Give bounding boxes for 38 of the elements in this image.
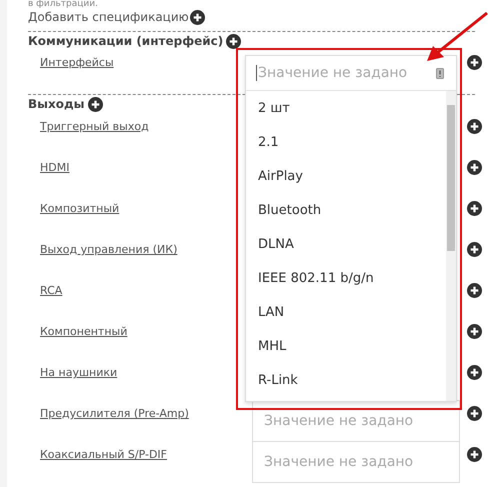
scrollbar[interactable] — [446, 91, 456, 401]
dropdown-option[interactable]: AirPlay — [246, 159, 446, 193]
plus-icon[interactable] — [467, 324, 482, 339]
plus-icon[interactable] — [467, 406, 482, 421]
dropdown-option[interactable]: LAN — [246, 295, 446, 329]
plus-icon[interactable] — [467, 201, 482, 216]
plus-icon[interactable] — [467, 365, 482, 380]
spec-label[interactable]: Коаксиальный S/P-DIF — [40, 448, 245, 462]
spec-label[interactable]: RCA — [40, 284, 245, 298]
plus-icon[interactable] — [467, 160, 482, 175]
plus-icon[interactable] — [88, 96, 103, 112]
spec-label[interactable]: Триггерный выход — [40, 120, 245, 134]
dropdown-option[interactable]: 2 шт — [246, 91, 446, 125]
spec-label[interactable]: Выход управления (ИК) — [40, 243, 245, 257]
plus-icon[interactable] — [467, 119, 482, 134]
spec-label[interactable]: Предусилителя (Pre-Amp) — [40, 407, 245, 421]
dropdown-option[interactable]: IEEE 802.11 b/g/n — [246, 261, 446, 295]
add-spec-link[interactable]: Добавить спецификацию — [28, 10, 189, 24]
dropdown-option[interactable]: Bluetooth — [246, 193, 446, 227]
plus-icon[interactable] — [226, 34, 242, 48]
section-heading: Коммуникации (интерфейс) — [28, 34, 224, 48]
plus-icon[interactable] — [467, 283, 482, 298]
plus-icon[interactable] — [467, 242, 482, 257]
plus-icon[interactable] — [467, 55, 482, 70]
dropdown-option[interactable]: MHL — [246, 329, 446, 363]
note-icon — [436, 68, 444, 78]
spec-label[interactable]: Компонентный — [40, 325, 245, 339]
spec-label[interactable]: HDMI — [40, 161, 245, 175]
spec-label[interactable]: Композитный — [40, 202, 245, 216]
plus-icon[interactable] — [190, 10, 205, 24]
dropdown-option[interactable]: DLNA — [246, 227, 446, 261]
value-field[interactable]: Значение не задано — [252, 441, 460, 483]
dropdown-option[interactable]: 2.1 — [246, 125, 446, 159]
dropdown-option[interactable]: R-Link — [246, 363, 446, 397]
spec-label[interactable]: На наушники — [40, 366, 245, 380]
spec-label[interactable]: Интерфейсы — [40, 56, 245, 70]
section-heading: Выходы — [28, 97, 85, 111]
plus-icon[interactable] — [467, 447, 482, 462]
